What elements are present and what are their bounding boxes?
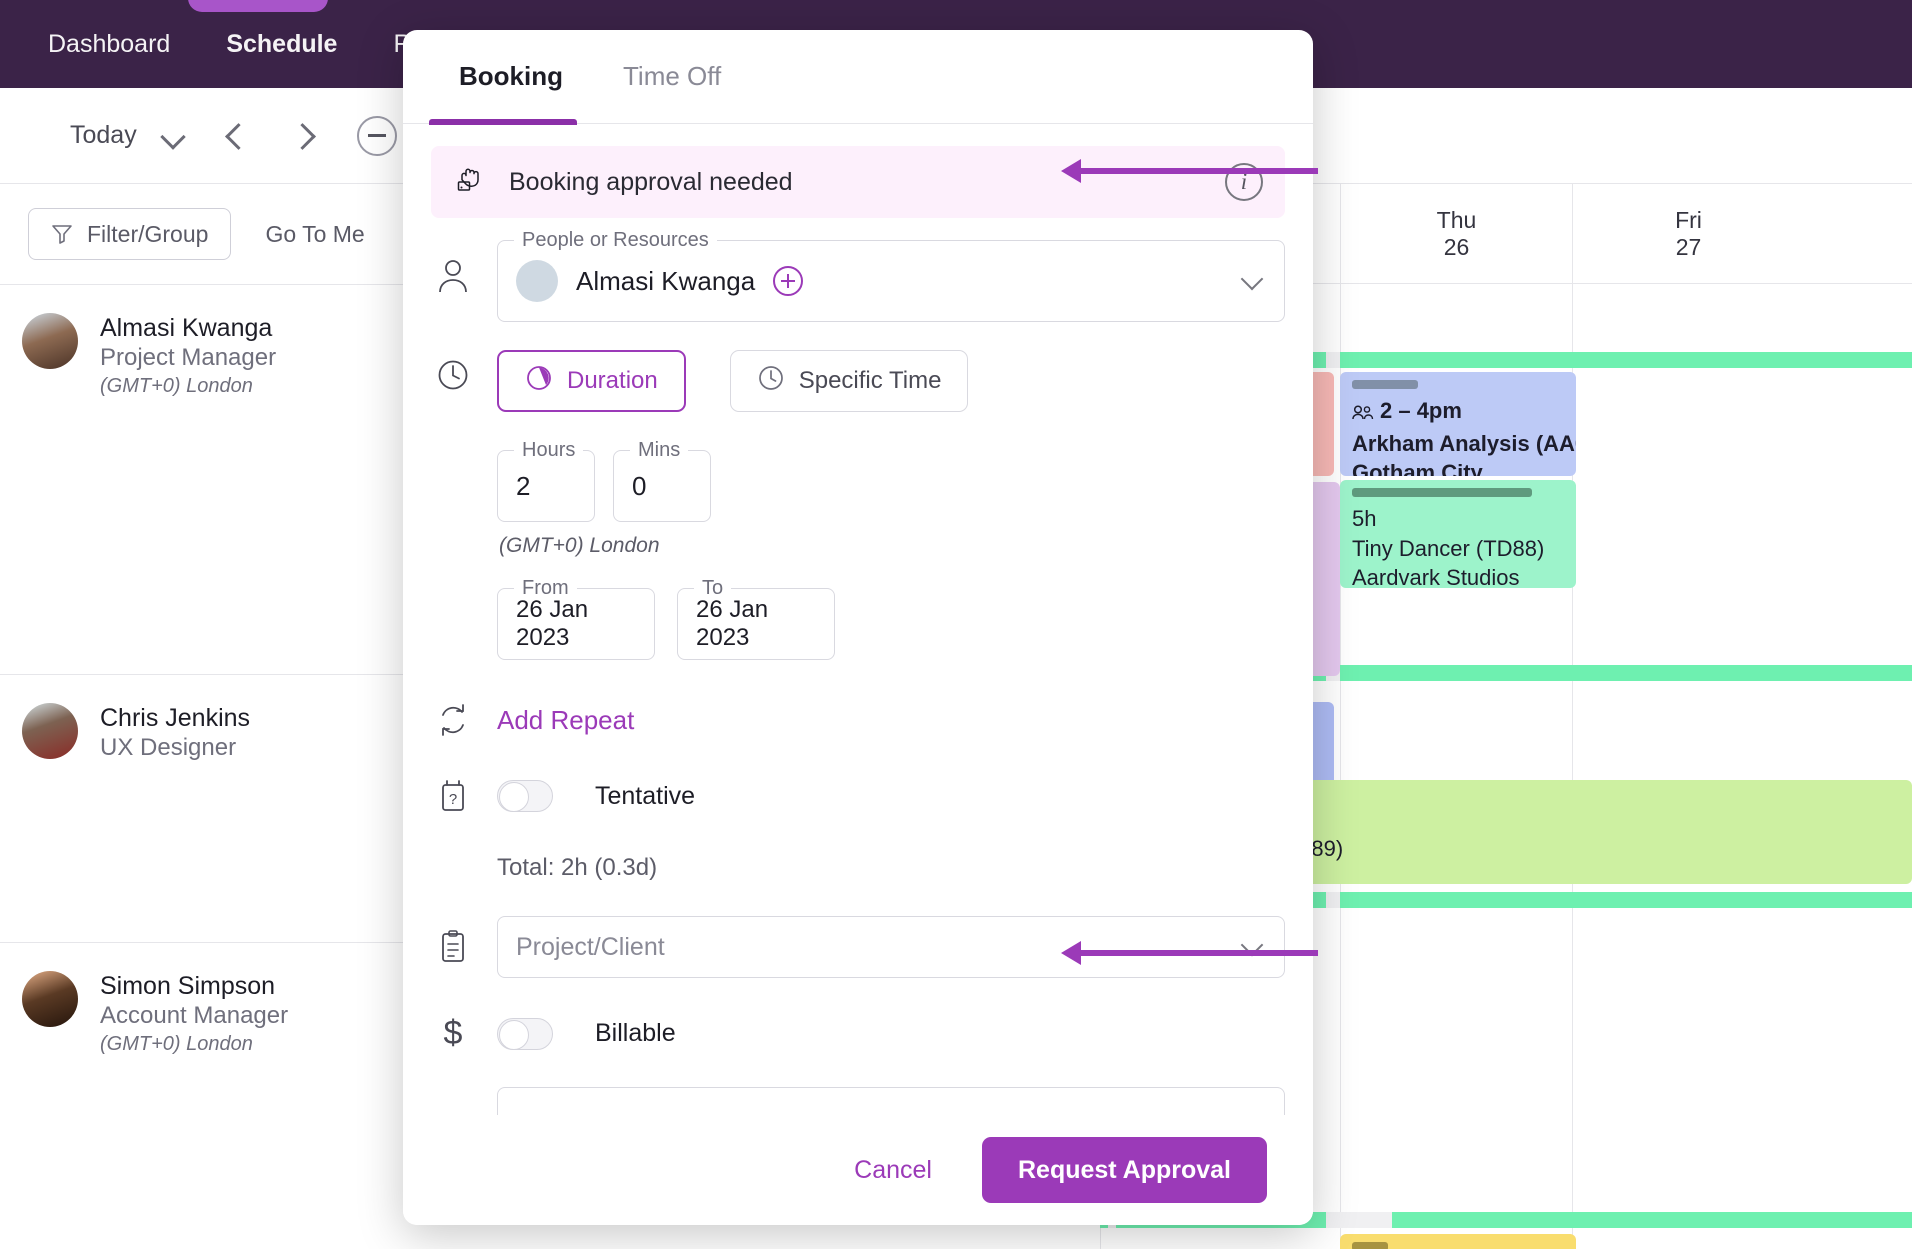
tentative-icon: ? — [431, 778, 475, 814]
avatar — [516, 260, 558, 302]
request-approval-button[interactable]: Request Approval — [981, 1137, 1267, 1203]
pie-clock-icon — [525, 364, 553, 399]
people-or-resources-field[interactable]: People or Resources Almasi Kwanga — [497, 229, 1285, 322]
dollar-icon: $ — [443, 1014, 463, 1052]
specific-time-label: Specific Time — [798, 367, 942, 394]
billable-toggle[interactable] — [497, 1017, 553, 1050]
mins-input[interactable]: Mins 0 — [613, 439, 711, 522]
tab-booking[interactable]: Booking — [429, 61, 593, 92]
total-row: Total: 2h (0.3d) — [431, 854, 1285, 882]
billable-row: $ Billable — [431, 1014, 1285, 1053]
modal-footer: Cancel Request Approval — [403, 1115, 1313, 1225]
from-label: From — [514, 577, 577, 600]
time-mode-row: Duration Specific Time — [431, 350, 1285, 412]
mins-value: 0 — [632, 470, 647, 501]
project-client-placeholder: Project/Client — [516, 932, 665, 961]
tentative-toggle[interactable] — [497, 780, 553, 812]
mins-label: Mins — [630, 439, 689, 462]
clock-icon — [431, 350, 475, 392]
annotation-arrow-submit — [1061, 941, 1318, 965]
to-label: To — [694, 577, 732, 600]
repeat-row: Add Repeat — [431, 702, 1285, 738]
total-text: Total: 2h (0.3d) — [497, 854, 658, 881]
annotation-arrow-notice — [1061, 159, 1318, 183]
clock-icon — [757, 364, 785, 399]
to-date-input[interactable]: To 26 Jan 2023 — [677, 577, 835, 660]
hours-value: 2 — [516, 470, 531, 501]
duration-toggle-button[interactable]: Duration — [497, 350, 686, 412]
duration-timezone: (GMT+0) London — [499, 534, 660, 557]
project-row: Project/Client — [431, 916, 1285, 978]
duration-label: Duration — [567, 367, 658, 394]
clipboard-icon — [431, 929, 475, 965]
selected-person-name: Almasi Kwanga — [576, 265, 756, 296]
chevron-down-icon[interactable] — [1244, 271, 1264, 291]
people-field-legend: People or Resources — [514, 229, 717, 252]
selected-person-chip[interactable]: Almasi Kwanga — [516, 260, 804, 302]
specific-time-toggle-button[interactable]: Specific Time — [729, 350, 969, 412]
approval-notice: Booking approval needed i — [431, 146, 1285, 218]
notes-field[interactable] — [497, 1087, 1285, 1115]
modal-tab-bar: Booking Time Off — [403, 30, 1313, 125]
people-row: People or Resources Almasi Kwanga — [431, 229, 1285, 322]
hand-approval-icon — [453, 163, 487, 202]
project-client-select[interactable]: Project/Client — [497, 916, 1285, 978]
duration-row: Hours 2 Mins 0 (GMT+0) London From 26 Ja… — [431, 428, 1285, 660]
from-value: 26 Jan 2023 — [516, 596, 589, 651]
tentative-row: ? Tentative — [431, 778, 1285, 814]
hours-input[interactable]: Hours 2 — [497, 439, 595, 522]
repeat-icon — [431, 702, 475, 738]
notes-row — [431, 1087, 1285, 1115]
tab-time-off[interactable]: Time Off — [593, 61, 751, 92]
cancel-button[interactable]: Cancel — [838, 1146, 948, 1195]
person-icon — [431, 240, 475, 294]
add-repeat-link[interactable]: Add Repeat — [497, 705, 634, 736]
billable-label: Billable — [595, 1019, 676, 1047]
booking-modal: Booking Time Off Booking approval needed… — [403, 30, 1313, 1225]
to-value: 26 Jan 2023 — [696, 596, 769, 651]
from-date-input[interactable]: From 26 Jan 2023 — [497, 577, 655, 660]
modal-body: Booking approval needed i People or Reso… — [403, 124, 1313, 1115]
hours-label: Hours — [514, 439, 584, 462]
tentative-label: Tentative — [595, 781, 696, 810]
svg-text:?: ? — [449, 791, 457, 808]
add-person-icon[interactable] — [773, 266, 804, 296]
